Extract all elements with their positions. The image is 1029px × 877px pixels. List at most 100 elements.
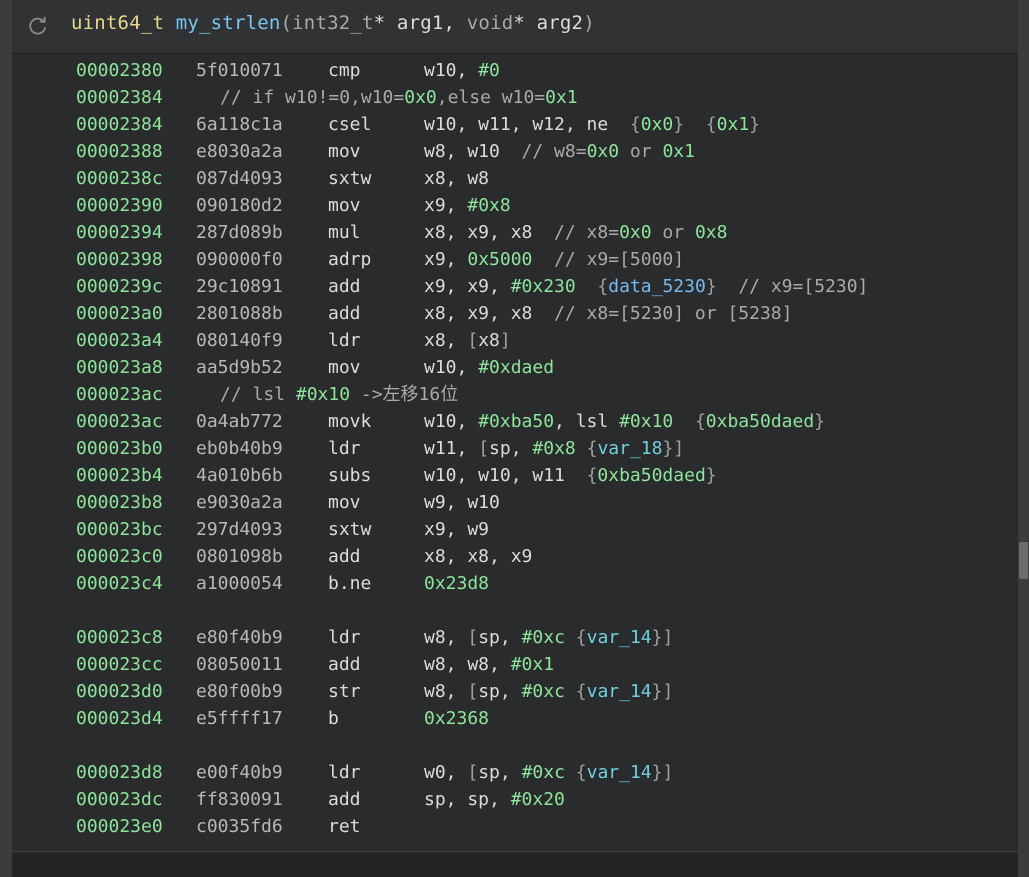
function-name[interactable]: my_strlen — [176, 12, 281, 34]
address[interactable]: 000023e0 — [76, 813, 163, 840]
number-token[interactable]: 0xba50daed — [706, 411, 814, 432]
instruction-line[interactable]: 000023c8 e80f40b9 ldr w8, [sp, #0xc {var_14… — [12, 624, 1018, 651]
number-token[interactable]: #0x10 — [296, 384, 350, 405]
bracket-token: } — [651, 762, 663, 783]
operand-text: sp, — [478, 627, 522, 648]
scrollbar-thumb[interactable] — [1019, 542, 1028, 579]
address[interactable]: 00002398 — [76, 246, 163, 273]
address[interactable]: 00002388 — [76, 138, 163, 165]
address[interactable]: 0000239c — [76, 273, 163, 300]
number-token[interactable]: #0x20 — [511, 789, 565, 810]
address[interactable]: 00002384 — [76, 111, 163, 138]
number-token[interactable]: 0x0 — [404, 87, 437, 108]
address[interactable]: 000023b0 — [76, 435, 163, 462]
number-token[interactable]: 0x1 — [545, 87, 578, 108]
bracket-token: { — [586, 438, 598, 459]
address[interactable]: 000023cc — [76, 651, 163, 678]
number-token[interactable]: 0x5000 — [467, 249, 532, 270]
address[interactable]: 000023d4 — [76, 705, 163, 732]
address[interactable]: 000023d8 — [76, 759, 163, 786]
instruction-line[interactable]: 00002398 090000f0 adrp x9, 0x5000 // x9=[50… — [12, 246, 1018, 273]
comment-line[interactable]: 000023ac // lsl #0x10 ->左移16位 — [12, 381, 1018, 408]
operand-text: w10, w11, w12, ne — [424, 114, 630, 135]
address[interactable]: 000023a4 — [76, 327, 163, 354]
address[interactable]: 00002390 — [76, 192, 163, 219]
number-token[interactable]: #0x8 — [467, 195, 510, 216]
number-token[interactable]: #0x10 — [619, 411, 673, 432]
variable-token[interactable]: var_18 — [597, 438, 662, 459]
number-token[interactable]: 0x0 — [641, 114, 674, 135]
number-token[interactable]: 0x2368 — [424, 708, 489, 729]
address[interactable]: 000023b4 — [76, 462, 163, 489]
instruction-line[interactable]: 000023e0 c0035fd6 ret — [12, 813, 1018, 840]
instruction-line[interactable]: 00002388 e8030a2a mov w8, w10 // w8=0x0 or … — [12, 138, 1018, 165]
refresh-icon[interactable] — [26, 14, 50, 38]
variable-token[interactable]: var_14 — [587, 627, 652, 648]
number-token[interactable]: #0x1 — [511, 654, 554, 675]
instruction-line[interactable]: 00002384 6a118c1a csel w10, w11, w12, ne {0… — [12, 111, 1018, 138]
instruction-line[interactable]: 000023ac 0a4ab772 movk w10, #0xba50, lsl #0… — [12, 408, 1018, 435]
instruction-line[interactable]: 000023d4 e5ffff17 b 0x2368 — [12, 705, 1018, 732]
number-token[interactable]: 0x1 — [662, 141, 695, 162]
instruction-line[interactable]: 00002380 5f010071 cmp w10, #0 — [12, 57, 1018, 84]
address[interactable]: 000023c4 — [76, 570, 163, 597]
number-token[interactable]: 0x8 — [695, 222, 728, 243]
variable-token[interactable]: var_14 — [587, 681, 652, 702]
address[interactable]: 00002384 — [76, 84, 163, 111]
vertical-scrollbar[interactable] — [1018, 0, 1029, 876]
data-symbol[interactable]: data_5230 — [608, 276, 706, 297]
address[interactable]: 000023a0 — [76, 300, 163, 327]
operand-text: x9, w9 — [424, 519, 490, 540]
instruction-line[interactable]: 000023c4 a1000054 b.ne 0x23d8 — [12, 570, 1018, 597]
instruction-line[interactable]: 000023a8 aa5d9b52 mov w10, #0xdaed — [12, 354, 1018, 381]
number-token[interactable]: #0x230 — [511, 276, 576, 297]
address[interactable]: 000023bc — [76, 516, 163, 543]
instruction-line[interactable]: 000023a0 2801088b add x8, x9, x8 // x8=[523… — [12, 300, 1018, 327]
number-token[interactable]: #0x8 — [532, 438, 575, 459]
number-token[interactable]: #0xc — [522, 762, 565, 783]
instruction-line[interactable]: 000023dc ff830091 add sp, sp, #0x20 — [12, 786, 1018, 813]
comment-line[interactable]: 00002384 // if w10!=0,w10=0x0,else w10=0x… — [12, 84, 1018, 111]
address[interactable]: 000023dc — [76, 786, 163, 813]
operand-text: w8, — [424, 627, 468, 648]
address[interactable]: 000023a8 — [76, 354, 163, 381]
number-token[interactable]: #0xdaed — [478, 357, 554, 378]
opcode-bytes: e80f00b9 — [196, 681, 283, 702]
instruction-line[interactable]: 000023b0 eb0b40b9 ldr w11, [sp, #0x8 {var_1… — [12, 435, 1018, 462]
instruction-line[interactable]: 000023d8 e00f40b9 ldr w0, [sp, #0xc {var_14… — [12, 759, 1018, 786]
instruction-line[interactable]: 0000239c 29c10891 add x9, x9, #0x230 {data_… — [12, 273, 1018, 300]
address[interactable]: 000023ac — [76, 408, 163, 435]
number-token[interactable]: #0xc — [522, 681, 565, 702]
instruction-line[interactable]: 000023b4 4a010b6b subs w10, w10, w11 {0xba5… — [12, 462, 1018, 489]
address[interactable]: 000023b8 — [76, 489, 163, 516]
mnemonic: cmp — [328, 60, 361, 81]
instruction-line[interactable]: 000023a4 080140f9 ldr x8, [x8] — [12, 327, 1018, 354]
instruction-line[interactable]: 0000238c 087d4093 sxtw x8, w8 — [12, 165, 1018, 192]
instruction-line[interactable]: 00002394 287d089b mul x8, x9, x8 // x8=0x0 … — [12, 219, 1018, 246]
address[interactable]: 00002394 — [76, 219, 163, 246]
address[interactable]: 00002380 — [76, 57, 163, 84]
address[interactable]: 000023ac — [76, 381, 163, 408]
bracket-token: } — [705, 276, 717, 297]
number-token[interactable]: #0xba50 — [478, 411, 554, 432]
instruction-line[interactable]: 00002390 090180d2 mov x9, #0x8 — [12, 192, 1018, 219]
instruction-line[interactable]: 000023cc 08050011 add w8, w8, #0x1 — [12, 651, 1018, 678]
address[interactable]: 0000238c — [76, 165, 163, 192]
operand-text — [565, 762, 576, 783]
number-token[interactable]: #0xc — [522, 627, 565, 648]
number-token[interactable]: 0xba50daed — [597, 465, 705, 486]
address[interactable]: 000023c0 — [76, 543, 163, 570]
instruction-line[interactable]: 000023d0 e80f00b9 str w8, [sp, #0xc {var_14… — [12, 678, 1018, 705]
comment-text: // if w10!=0,w10= — [220, 87, 405, 108]
address[interactable]: 000023d0 — [76, 678, 163, 705]
number-token[interactable]: 0x0 — [619, 222, 652, 243]
address[interactable]: 000023c8 — [76, 624, 163, 651]
number-token[interactable]: 0x0 — [587, 141, 620, 162]
variable-token[interactable]: var_14 — [587, 762, 652, 783]
number-token[interactable]: 0x1 — [717, 114, 750, 135]
instruction-line[interactable]: 000023b8 e9030a2a mov w9, w10 — [12, 489, 1018, 516]
number-token[interactable]: 0x23d8 — [424, 573, 489, 594]
instruction-line[interactable]: 000023c0 0801098b add x8, x8, x9 — [12, 543, 1018, 570]
number-token[interactable]: #0 — [478, 60, 500, 81]
instruction-line[interactable]: 000023bc 297d4093 sxtw x9, w9 — [12, 516, 1018, 543]
